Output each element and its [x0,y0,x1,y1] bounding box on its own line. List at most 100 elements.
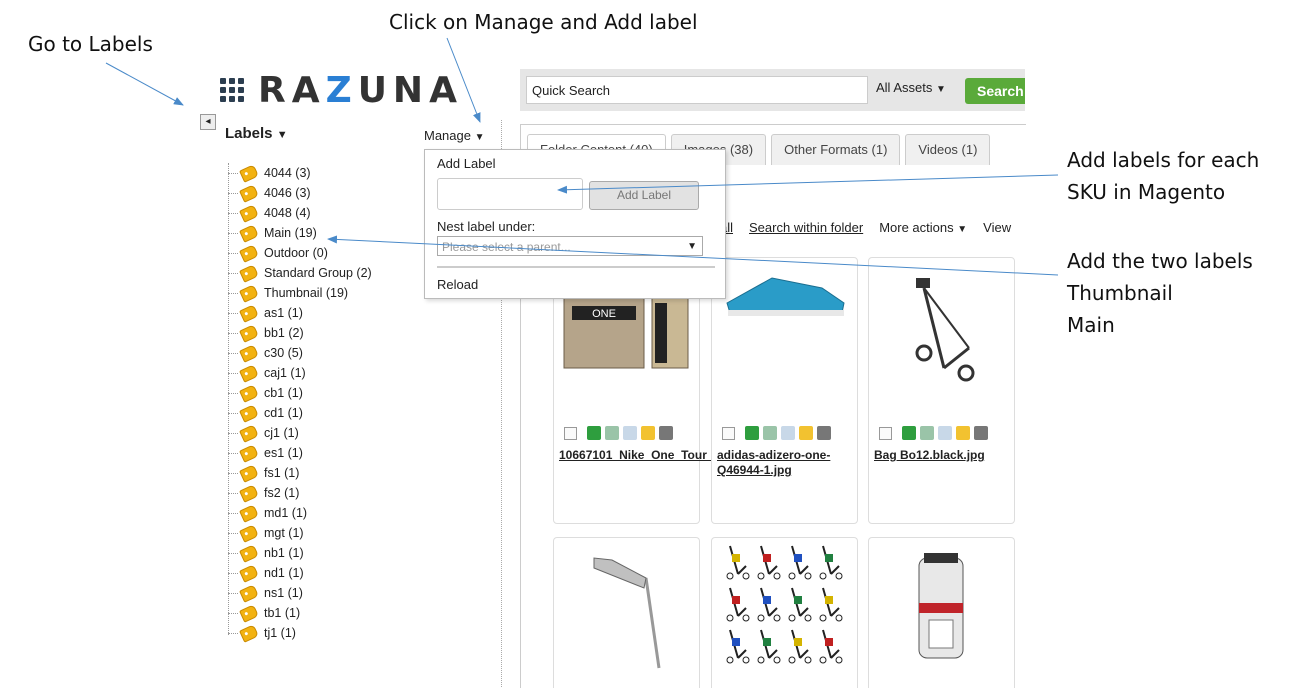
add-label-button[interactable]: Add Label [589,181,699,210]
select-checkbox[interactable] [722,426,735,440]
tree-connector [228,252,238,254]
quick-search-input[interactable]: Quick Search [526,76,868,104]
label-item[interactable]: fs2 (1) [228,483,372,503]
tree-connector [228,272,238,274]
label-item[interactable]: nd1 (1) [228,563,372,583]
favorite-icon[interactable] [641,426,655,440]
asset-thumbnail-golf-shoe[interactable] [712,258,857,388]
tree-connector [228,572,238,574]
basket-icon[interactable] [763,426,777,440]
label-item[interactable]: nb1 (1) [228,543,372,563]
trolley-icon [757,629,781,664]
label-item[interactable]: fs1 (1) [228,463,372,483]
asset-thumbnail-trolley-grid[interactable] [712,538,857,678]
tag-icon [239,263,259,283]
tab-videos[interactable]: Videos (1) [905,134,991,165]
chevron-down-icon: ▼ [474,132,485,143]
tree-connector [228,212,238,214]
label-item[interactable]: tb1 (1) [228,603,372,623]
label-item[interactable]: es1 (1) [228,443,372,463]
label-name-input[interactable] [437,178,583,210]
download-icon[interactable] [587,426,601,440]
label-item[interactable]: md1 (1) [228,503,372,523]
label-item-text: 4046 (3) [264,186,311,200]
label-item[interactable]: mgt (1) [228,523,372,543]
select-checkbox[interactable] [564,426,577,440]
asset-actions [564,426,673,440]
favorite-icon[interactable] [799,426,813,440]
collapse-sidebar-button[interactable]: ◂ [200,114,216,130]
label-item[interactable]: bb1 (2) [228,323,372,343]
logo-text: RAZUNA [258,69,463,111]
reload-link[interactable]: Reload [437,277,478,292]
manage-dropdown[interactable]: Manage ▼ [424,128,485,143]
email-icon[interactable] [938,426,952,440]
label-item[interactable]: ns1 (1) [228,583,372,603]
labels-header[interactable]: Labels ▼ [225,125,288,142]
tag-icon [239,503,259,523]
trash-icon[interactable] [659,426,673,440]
asset-name[interactable]: adidas-adizero-one-Q46944-1.jpg [717,448,853,478]
trolley-icon [819,629,843,664]
download-icon[interactable] [745,426,759,440]
label-item-text: bb1 (2) [264,326,304,340]
label-item[interactable]: Standard Group (2) [228,263,372,283]
asset-card[interactable] [711,537,858,688]
label-item[interactable]: as1 (1) [228,303,372,323]
label-item[interactable]: 4044 (3) [228,163,372,183]
label-item[interactable]: cb1 (1) [228,383,372,403]
label-item[interactable]: Outdoor (0) [228,243,372,263]
asset-card[interactable]: adidas-adizero-one-Q46944-1.jpg [711,257,858,524]
more-actions-dropdown[interactable]: More actions ▼ [879,220,967,235]
basket-icon[interactable] [605,426,619,440]
email-icon[interactable] [781,426,795,440]
label-item-text: md1 (1) [264,506,308,520]
asset-card[interactable] [553,537,700,688]
tag-icon [239,523,259,543]
tab-other-formats[interactable]: Other Formats (1) [771,134,901,165]
email-icon[interactable] [623,426,637,440]
asset-thumbnail-golf-trolley[interactable] [869,258,1014,388]
label-item[interactable]: caj1 (1) [228,363,372,383]
asset-card[interactable]: Bag Bo12.black.jpg [868,257,1015,524]
trolley-icon [788,587,812,622]
label-item-text: Standard Group (2) [264,266,372,280]
parent-label-select[interactable]: Please select a parent... ▼ [437,236,703,256]
trolley-icon [726,587,750,622]
asset-scope-select[interactable]: All Assets ▼ [876,80,946,95]
label-item[interactable]: 4046 (3) [228,183,372,203]
tag-icon [239,163,259,183]
favorite-icon[interactable] [956,426,970,440]
label-item-text: nd1 (1) [264,566,304,580]
label-item[interactable]: tj1 (1) [228,623,372,643]
select-checkbox[interactable] [879,426,892,440]
trash-icon[interactable] [974,426,988,440]
asset-card[interactable] [868,537,1015,688]
logo-dots-icon [220,78,244,102]
label-item[interactable]: cd1 (1) [228,403,372,423]
razuna-logo[interactable]: RAZUNA [220,69,463,111]
search-within-folder-link[interactable]: Search within folder [749,220,863,235]
label-item[interactable]: 4048 (4) [228,203,372,223]
label-item-text: cj1 (1) [264,426,299,440]
label-item-text: 4048 (4) [264,206,311,220]
basket-icon[interactable] [920,426,934,440]
asset-thumbnail-golf-iron[interactable] [554,538,699,678]
trolley-icon [819,587,843,622]
asset-name[interactable]: 10667101_Nike_One_Tour_D.jpg [559,448,744,463]
search-button[interactable]: Search [965,78,1025,104]
label-item[interactable]: Thumbnail (19) [228,283,372,303]
tree-connector [228,512,238,514]
chevron-down-icon: ▼ [957,224,968,235]
chevron-down-icon: ▼ [935,84,946,95]
trash-icon[interactable] [817,426,831,440]
asset-thumbnail-golf-bag[interactable] [869,538,1014,678]
asset-name[interactable]: Bag Bo12.black.jpg [874,448,1010,463]
download-icon[interactable] [902,426,916,440]
label-item[interactable]: Main (19) [228,223,372,243]
label-item[interactable]: cj1 (1) [228,423,372,443]
trolley-icon [757,545,781,580]
label-item[interactable]: c30 (5) [228,343,372,363]
label-item-text: Thumbnail (19) [264,286,349,300]
view-link[interactable]: View [983,220,1011,235]
